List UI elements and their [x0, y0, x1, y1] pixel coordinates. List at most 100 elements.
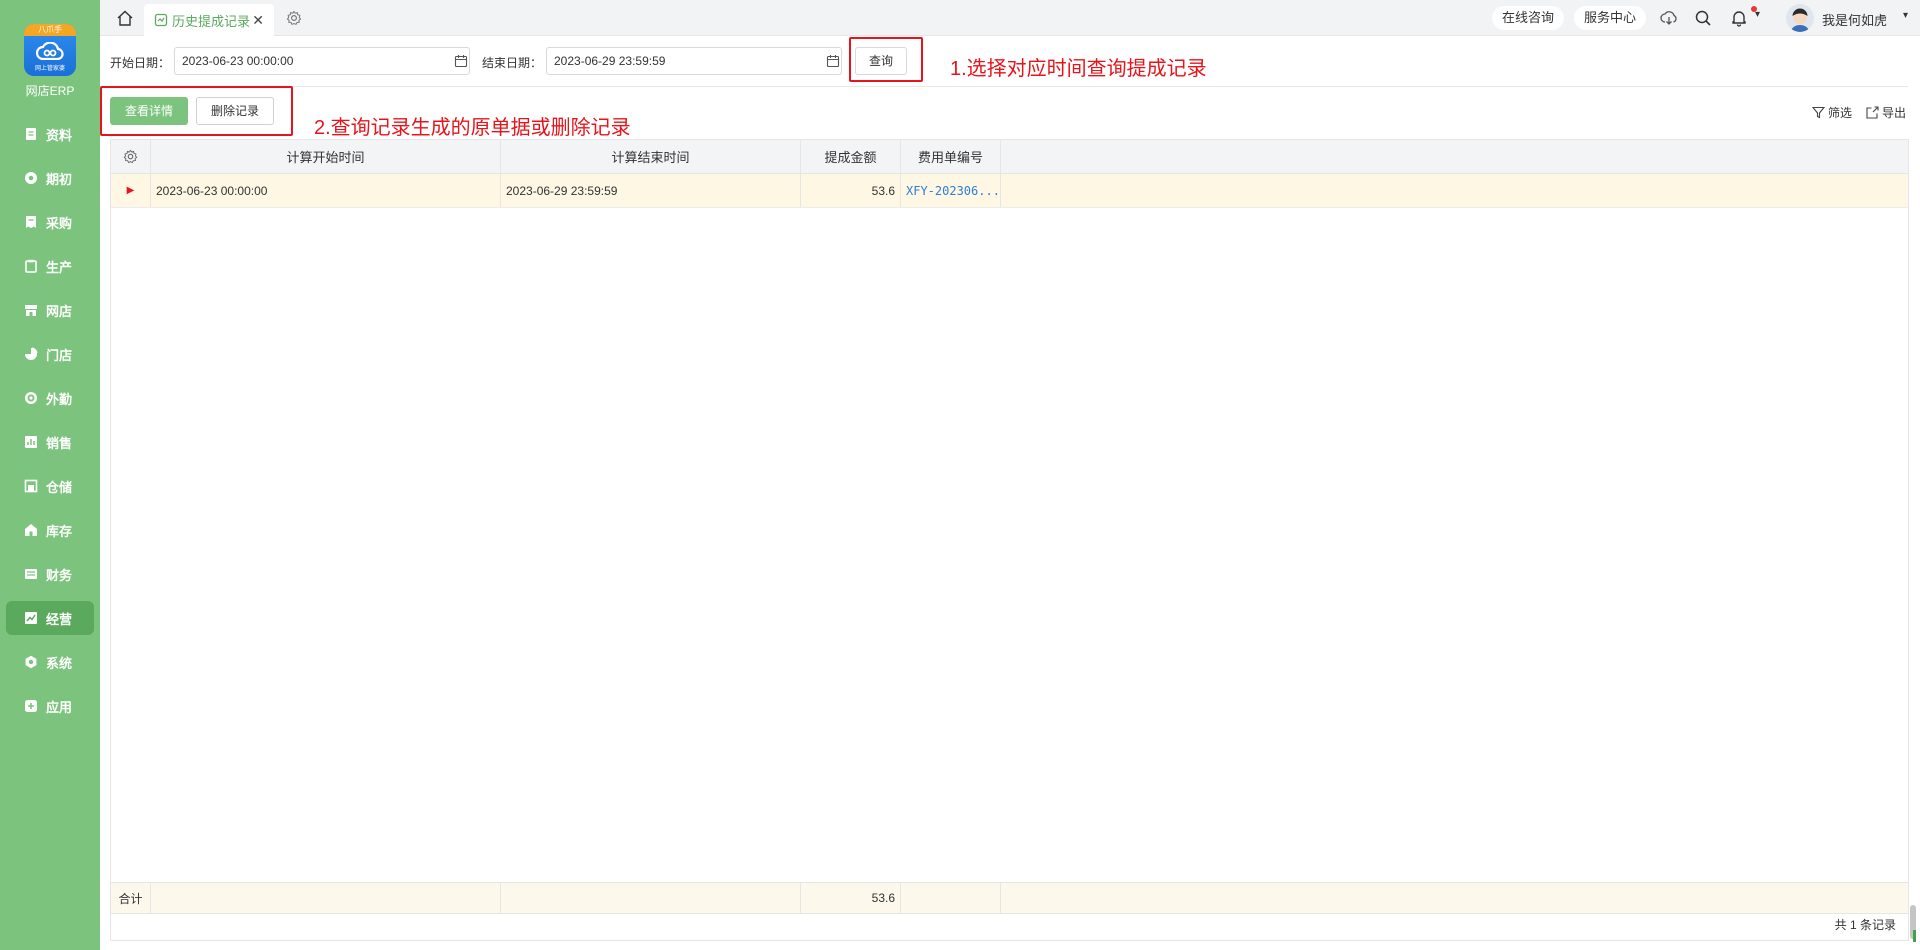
filter-label: 筛选: [1828, 106, 1853, 120]
avatar-face-icon: [1786, 4, 1814, 32]
target-icon: [25, 392, 37, 404]
sidebar-item-6[interactable]: 外勤: [6, 381, 94, 415]
search-icon[interactable]: [1694, 9, 1712, 27]
column-header-end-time[interactable]: 计算结束时间: [501, 140, 801, 173]
start-date-calendar-icon[interactable]: [454, 54, 468, 68]
sidebar-item-label: 销售: [46, 435, 73, 451]
filter-divider: [108, 86, 1908, 87]
cloud-icon: [36, 42, 64, 60]
summary-label: 合计: [111, 883, 151, 913]
plus-icon: [25, 700, 37, 712]
sidebar-item-label: 仓储: [46, 479, 73, 495]
cloud-download-icon[interactable]: [1660, 9, 1678, 27]
trend-icon: [25, 612, 37, 624]
tab-settings-gear-icon[interactable]: [286, 10, 302, 26]
sidebar-item-label: 期初: [46, 171, 73, 187]
end-date-label: 结束日期：: [482, 56, 543, 70]
sidebar-item-2[interactable]: 采购: [6, 205, 94, 239]
filter-button[interactable]: 筛选: [1812, 104, 1852, 121]
cell-doc-no[interactable]: XFY-202306...: [901, 174, 1001, 207]
sidebar-item-label: 经营: [46, 611, 73, 627]
username[interactable]: 我是何如虎: [1822, 10, 1887, 29]
cell-amount: 53.6: [801, 174, 901, 207]
sidebar-item-10[interactable]: 财务: [6, 557, 94, 591]
table-row[interactable]: ▶ 2023-06-23 00:00:00 2023-06-29 23:59:5…: [111, 174, 1908, 208]
cell-end-time: 2023-06-29 23:59:59: [501, 174, 801, 207]
doc-no-link[interactable]: XFY-202306...: [906, 184, 1000, 198]
sidebar-item-13[interactable]: 应用: [6, 689, 94, 723]
tab-doc-icon: [154, 13, 168, 27]
sidebar-item-7[interactable]: 销售: [6, 425, 94, 459]
table-summary-row: 合计 53.6: [111, 882, 1908, 914]
sidebar: 八爪手 网上管家婆 网店ERP 资料期初采购生产网店门店外勤销售仓储库存财务经营…: [0, 0, 100, 950]
receipt-icon: [26, 216, 36, 228]
cell-start-time: 2023-06-23 00:00:00: [151, 174, 501, 207]
warehouse-icon: [24, 479, 38, 493]
sidebar-item-11[interactable]: 经营: [6, 601, 94, 635]
clipboard-icon: [25, 259, 37, 273]
query-highlight-box: [849, 37, 923, 82]
annotation-step-2: 2.查询记录生成的原单据或删除记录: [314, 117, 631, 139]
export-label: 导出: [1882, 106, 1907, 120]
sidebar-item-label: 网店: [46, 303, 73, 319]
export-icon: [1866, 106, 1879, 119]
column-header-filler: [1001, 140, 1908, 173]
avatar[interactable]: [1786, 4, 1814, 32]
actions-highlight-box: [100, 86, 293, 136]
user-menu-caret-icon[interactable]: ▾: [1903, 10, 1908, 21]
service-center-button[interactable]: 服务中心: [1574, 6, 1647, 30]
wallet-icon: [25, 569, 37, 579]
column-header-amount[interactable]: 提成金额: [801, 140, 901, 173]
sidebar-item-label: 资料: [46, 127, 73, 143]
row-selected-marker-icon: ▶: [111, 174, 151, 207]
commission-records-table: 计算开始时间 计算结束时间 提成金额 费用单编号 ▶ 2023-06-23 00…: [110, 139, 1909, 941]
sidebar-item-label: 财务: [46, 567, 73, 583]
start-date-label: 开始日期：: [110, 56, 171, 70]
sidebar-item-9[interactable]: 库存: [6, 513, 94, 547]
document-icon: [26, 128, 36, 140]
column-settings-gear-icon: [123, 149, 138, 164]
summary-amount-total: 53.6: [801, 883, 901, 913]
logo-ribbon: 八爪手: [24, 24, 76, 36]
export-button[interactable]: 导出: [1866, 104, 1906, 121]
cell-filler: [1001, 174, 1908, 207]
tab-label: 历史提成记录: [172, 13, 251, 29]
house-icon: [25, 524, 37, 536]
annotation-step-1: 1.选择对应时间查询提成记录: [950, 58, 1207, 80]
sidebar-item-label: 库存: [46, 523, 73, 539]
sidebar-item-4[interactable]: 网店: [6, 293, 94, 327]
record-count: 共 1 条记录: [1834, 918, 1896, 932]
online-consult-button[interactable]: 在线咨询: [1492, 6, 1565, 30]
sidebar-item-5[interactable]: 门店: [6, 337, 94, 371]
logo-subtitle: 网上管家婆: [34, 66, 65, 72]
end-date-calendar-icon[interactable]: [826, 54, 840, 68]
column-header-start-time[interactable]: 计算开始时间: [151, 140, 501, 173]
sidebar-item-label: 采购: [46, 215, 73, 231]
tab-commission-history[interactable]: 历史提成记录 ✕: [144, 4, 274, 36]
sidebar-item-label: 系统: [46, 655, 73, 671]
settings-icon: [25, 655, 37, 669]
sidebar-item-12[interactable]: 系统: [6, 645, 94, 679]
sidebar-item-3[interactable]: 生产: [6, 249, 94, 283]
sidebar-item-label: 生产: [46, 259, 73, 275]
home-icon[interactable]: [116, 9, 134, 27]
summary-empty-end: [501, 883, 801, 913]
app-name: 网店ERP: [25, 84, 75, 98]
sidebar-item-8[interactable]: 仓储: [6, 469, 94, 503]
sidebar-item-0[interactable]: 资料: [6, 117, 94, 151]
sidebar-item-label: 门店: [46, 347, 73, 363]
tab-close-icon[interactable]: ✕: [252, 12, 264, 29]
notification-caret-icon[interactable]: ▾: [1755, 9, 1760, 20]
summary-empty-doc: [901, 883, 1001, 913]
pie-icon: [25, 347, 38, 360]
column-settings-cell[interactable]: [111, 140, 151, 173]
column-header-doc-no[interactable]: 费用单编号: [901, 140, 1001, 173]
end-date-input[interactable]: [546, 47, 842, 75]
bar-chart-icon: [25, 436, 37, 448]
clock-icon: [25, 172, 37, 184]
bell-icon[interactable]: [1730, 9, 1748, 27]
sidebar-item-1[interactable]: 期初: [6, 161, 94, 195]
sidebar-item-label: 应用: [46, 699, 73, 715]
store-icon: [25, 305, 37, 316]
start-date-input[interactable]: [174, 47, 470, 75]
